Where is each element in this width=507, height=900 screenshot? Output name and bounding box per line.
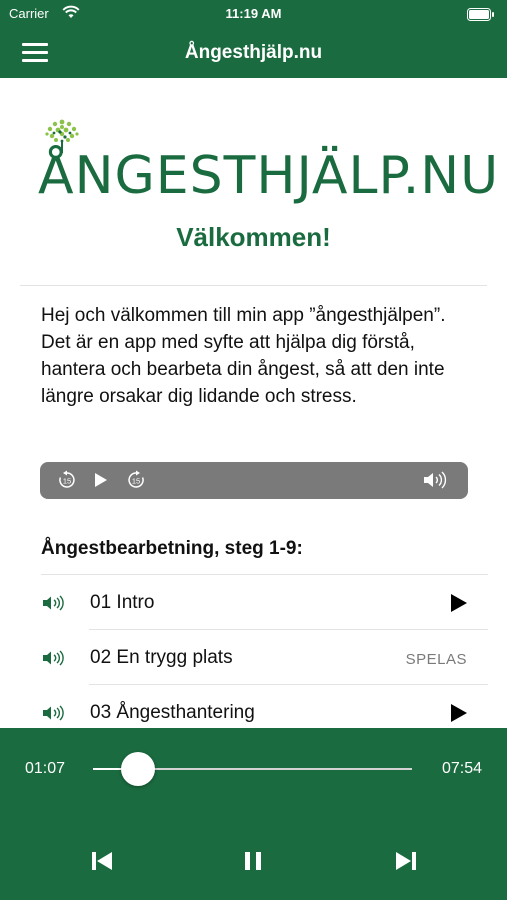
track-row[interactable]: 01 Intro [41,574,488,629]
play-icon[interactable] [450,703,468,723]
play-icon[interactable] [94,472,108,488]
welcome-heading: Välkommen! [176,222,331,252]
skip-previous-icon[interactable] [91,851,113,871]
speaker-icon [43,595,64,611]
logo-text: ÅNGESTHJÄLP.NU [38,146,500,206]
total-time: 07:54 [441,760,482,777]
elapsed-time: 01:07 [25,760,66,777]
volume-icon[interactable] [422,471,450,489]
forward-seconds: 15 [132,477,140,486]
play-icon[interactable] [450,593,468,613]
track-label: 01 Intro [90,592,155,613]
track-label: 03 Ångesthantering [90,702,255,723]
status-bar: Carrier 11:19 AM [0,0,507,30]
forward-icon[interactable]: 15 [126,470,146,490]
nav-title: Ångesthjälp.nu [184,42,323,63]
intro-text: Hej och välkommen till min app ”ångesthj… [41,305,446,407]
speaker-icon [43,650,64,666]
now-playing-bar: 01:07 07:54 [0,728,507,900]
logo: ÅNGESTHJÄLP.NU [38,116,498,206]
track-label: 02 En trygg plats [90,647,233,668]
status-time: 11:19 AM [225,6,282,21]
speaker-icon [43,705,64,721]
rewind-icon[interactable]: 15 [57,470,77,490]
track-status: SPELAS [405,651,467,668]
pause-icon[interactable] [244,851,262,871]
skip-next-icon[interactable] [395,851,417,871]
divider [20,285,487,286]
nav-bar: Ångesthjälp.nu [0,30,507,78]
battery-icon [467,8,494,21]
track-row[interactable]: 02 En trygg plats SPELAS [43,629,488,684]
section-heading: Ångestbearbetning, steg 1-9: [41,538,303,559]
progress-thumb[interactable] [120,752,155,786]
rewind-seconds: 15 [63,477,71,486]
track-list: 01 Intro 02 En trygg plats SPELAS 03 Ång… [41,574,488,739]
audio-player: 15 15 [40,462,468,499]
